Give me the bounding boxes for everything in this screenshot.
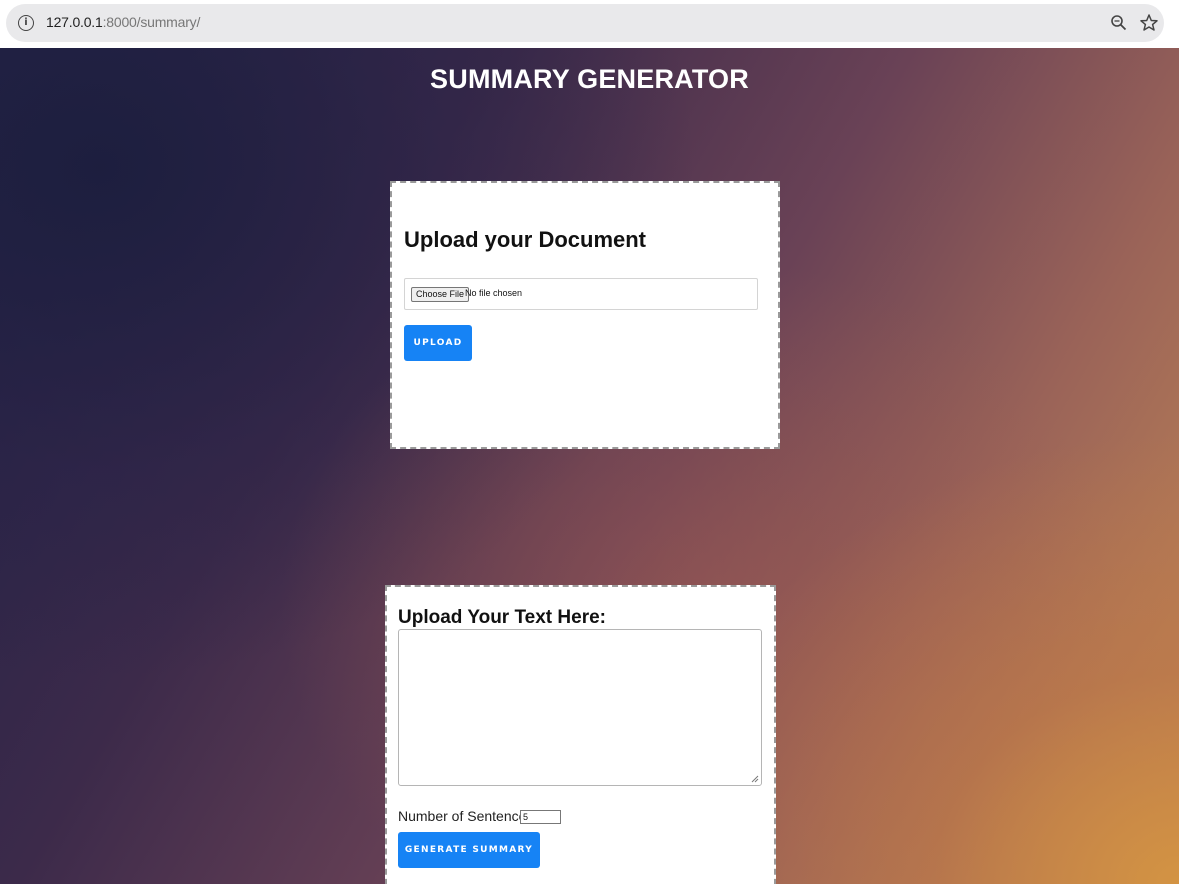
sentences-input[interactable]: 5 <box>520 810 561 824</box>
file-status-text: No file chosen <box>465 288 523 298</box>
star-icon[interactable] <box>1139 13 1159 33</box>
url-text[interactable]: 127.0.0.1:8000/summary/ <box>46 14 200 30</box>
generate-summary-button[interactable]: GENERATE SUMMARY <box>398 832 540 868</box>
sentences-label: Number of Sentences: <box>398 808 538 824</box>
zoom-icon[interactable] <box>1110 14 1128 32</box>
choose-file-button[interactable]: Choose File <box>411 287 470 302</box>
page-background: SUMMARY GENERATOR Upload your Document C… <box>0 48 1179 884</box>
page-title: SUMMARY GENERATOR <box>430 64 749 94</box>
upload-document-card: Upload your Document Choose File No file… <box>390 181 780 449</box>
upload-card-heading: Upload your Document <box>404 227 647 252</box>
file-input[interactable]: Choose File No file chosen <box>404 278 758 310</box>
address-bar[interactable]: i 127.0.0.1:8000/summary/ <box>6 4 1164 42</box>
browser-toolbar: i 127.0.0.1:8000/summary/ <box>0 0 1179 48</box>
text-area[interactable] <box>398 629 762 786</box>
resize-grip-icon[interactable] <box>751 775 759 783</box>
text-input-card: Upload Your Text Here: Number of Sentenc… <box>385 585 776 884</box>
url-host: 127.0.0.1 <box>46 14 103 30</box>
upload-button[interactable]: UPLOAD <box>404 325 472 361</box>
url-path: :8000/summary/ <box>102 14 201 30</box>
text-card-heading: Upload Your Text Here: <box>398 607 606 628</box>
info-icon[interactable]: i <box>18 15 34 31</box>
